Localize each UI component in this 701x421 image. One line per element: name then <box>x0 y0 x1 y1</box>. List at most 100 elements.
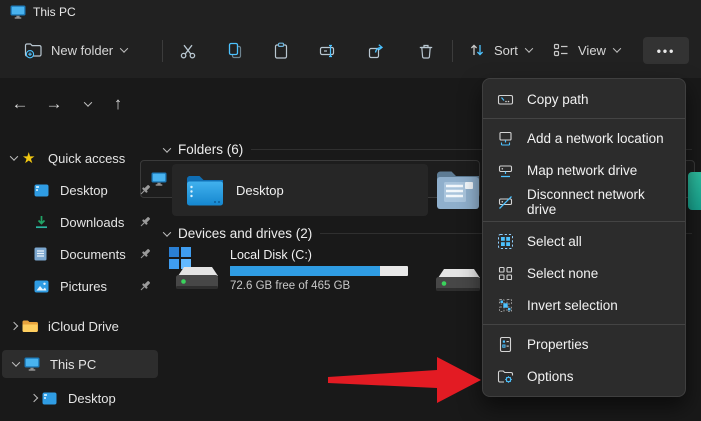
forward-button[interactable]: → <box>40 78 68 130</box>
disk-usage-bar <box>230 266 408 276</box>
copy-icon <box>226 42 244 60</box>
network-location-icon <box>497 130 514 147</box>
rename-icon <box>319 42 337 60</box>
pin-icon[interactable] <box>138 279 152 293</box>
recent-locations-button[interactable] <box>74 78 102 130</box>
expander-icon[interactable] <box>26 395 42 401</box>
invert-selection-icon <box>497 297 514 314</box>
cut-icon <box>179 42 197 60</box>
collapse-chevron-icon[interactable] <box>163 228 171 236</box>
copy-button[interactable] <box>220 38 250 64</box>
drive-info: Local Disk (C:) 72.6 GB free of 465 GB <box>230 246 408 294</box>
expander-icon[interactable] <box>8 361 24 367</box>
sidebar-item-icloud-drive[interactable]: iCloud Drive <box>0 312 160 340</box>
sidebar-item-this-pc[interactable]: This PC <box>2 350 158 378</box>
sidebar-item-pictures[interactable]: Pictures <box>0 272 160 300</box>
partial-folder-icon <box>688 172 701 210</box>
pin-icon[interactable] <box>138 183 152 197</box>
map-network-drive-icon <box>497 162 514 179</box>
options-icon <box>497 368 514 385</box>
copy-path-icon <box>497 91 514 108</box>
star-icon: ★ <box>22 151 39 166</box>
menu-item-label: Select none <box>527 266 598 281</box>
menu-item-select-all[interactable]: Select all <box>483 225 685 257</box>
drive-usage-text: 72.6 GB free of 465 GB <box>230 280 408 292</box>
menu-item-invert-selection[interactable]: Invert selection <box>483 289 685 321</box>
expander-icon[interactable] <box>6 323 22 329</box>
menu-divider <box>483 221 685 222</box>
pin-icon[interactable] <box>138 215 152 229</box>
menu-item-copy-path[interactable]: Copy path <box>483 83 685 115</box>
sidebar-item-label: Downloads <box>60 215 124 230</box>
see-more-button[interactable]: ••• <box>643 37 689 64</box>
new-folder-label: New folder <box>51 43 113 58</box>
chevron-down-icon <box>613 44 621 52</box>
section-title: Folders (6) <box>178 142 243 157</box>
sidebar-item-quick-access[interactable]: ★ Quick access <box>0 144 160 172</box>
sidebar-item-documents[interactable]: Documents <box>0 240 160 268</box>
section-title: Devices and drives (2) <box>178 226 312 241</box>
view-label: View <box>578 43 606 58</box>
expander-icon[interactable] <box>6 155 22 161</box>
desktop-icon <box>34 183 51 198</box>
see-more-menu: Copy path Add a network location Map net… <box>482 78 686 397</box>
menu-item-map-network-drive[interactable]: Map network drive <box>483 154 685 186</box>
menu-item-label: Options <box>527 369 574 384</box>
menu-item-label: Map network drive <box>527 163 637 178</box>
sidebar-item-label: iCloud Drive <box>48 319 119 334</box>
desktop-icon <box>42 391 59 406</box>
sidebar-item-label: This PC <box>50 357 96 372</box>
new-folder-icon <box>24 42 43 59</box>
sidebar-item-label: Desktop <box>60 183 108 198</box>
window-header: This PC New folder <box>0 0 701 78</box>
toolbar-divider <box>162 40 163 62</box>
titlebar: This PC <box>10 5 76 19</box>
new-folder-button[interactable]: New folder <box>18 36 133 64</box>
view-icon <box>552 41 570 59</box>
drive-tile-local-disk[interactable]: Local Disk (C:) 72.6 GB free of 465 GB <box>168 246 408 294</box>
properties-icon <box>497 336 514 353</box>
toolbar-divider <box>452 40 453 62</box>
menu-item-label: Add a network location <box>527 131 664 146</box>
local-disk-icon <box>168 246 218 294</box>
chevron-down-icon <box>84 98 92 106</box>
sidebar-item-downloads[interactable]: Downloads <box>0 208 160 236</box>
cut-button[interactable] <box>173 38 203 64</box>
documents-folder-icon[interactable] <box>435 168 481 212</box>
sidebar-item-label: Pictures <box>60 279 107 294</box>
disk-usage-fill <box>230 266 380 276</box>
sort-button[interactable]: Sort <box>462 36 538 64</box>
downloads-icon <box>34 215 51 230</box>
window-title: This PC <box>33 5 76 19</box>
menu-item-add-network-location[interactable]: Add a network location <box>483 122 685 154</box>
chevron-down-icon <box>525 44 533 52</box>
menu-item-select-none[interactable]: Select none <box>483 257 685 289</box>
menu-item-label: Select all <box>527 234 582 249</box>
sidebar-item-this-pc-desktop[interactable]: Desktop <box>0 384 160 412</box>
menu-divider <box>483 118 685 119</box>
share-button[interactable] <box>361 38 391 64</box>
file-explorer-window: This PC New folder <box>0 0 701 421</box>
select-none-icon <box>497 265 514 282</box>
documents-icon <box>34 247 51 262</box>
pin-icon[interactable] <box>138 247 152 261</box>
delete-button[interactable] <box>411 38 441 64</box>
up-button[interactable]: ↑ <box>104 78 132 130</box>
folder-icon <box>22 319 39 334</box>
select-all-icon <box>497 233 514 250</box>
paste-button[interactable] <box>266 38 296 64</box>
back-button[interactable]: ← <box>6 78 34 130</box>
navigation-pane: ★ Quick access Desktop Downloads <box>0 130 160 421</box>
view-button[interactable]: View <box>546 36 626 64</box>
collapse-chevron-icon[interactable] <box>163 144 171 152</box>
menu-item-disconnect-network-drive[interactable]: Disconnect network drive <box>483 186 685 218</box>
share-icon <box>367 42 385 60</box>
folder-tile-desktop[interactable]: Desktop <box>172 164 428 216</box>
second-drive-icon[interactable] <box>436 256 480 296</box>
sidebar-item-desktop[interactable]: Desktop <box>0 176 160 204</box>
sort-icon <box>468 41 486 59</box>
menu-item-properties[interactable]: Properties <box>483 328 685 360</box>
sidebar-item-label: Desktop <box>68 391 116 406</box>
menu-item-options[interactable]: Options <box>483 360 685 392</box>
rename-button[interactable] <box>313 38 343 64</box>
